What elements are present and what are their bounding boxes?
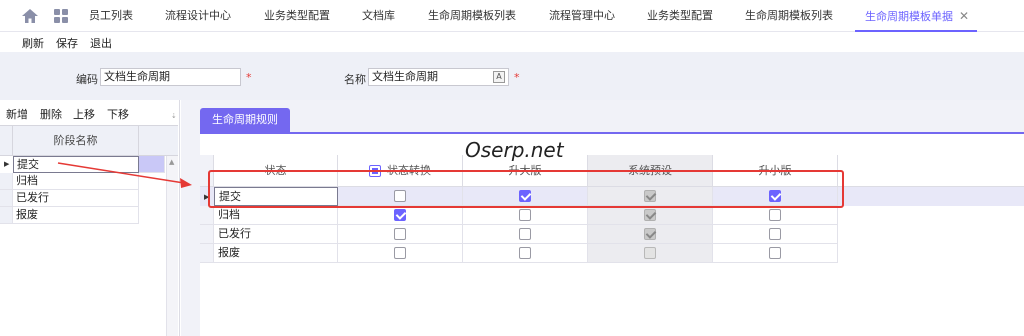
code-label: 编码: [76, 73, 98, 86]
stage-name-cell[interactable]: 归档: [13, 173, 139, 190]
transition-cell[interactable]: [338, 225, 463, 244]
tab-lifecycle-template-list[interactable]: 生命周期模板列表: [428, 0, 516, 32]
name-field[interactable]: 文档生命周期 A: [368, 68, 509, 86]
stage-grid-header: 阶段名称: [0, 125, 178, 156]
table-row[interactable]: 归档: [200, 206, 1024, 225]
system-preset-cell: [588, 244, 713, 263]
system-preset-cell: [588, 206, 713, 225]
pin-icon[interactable]: ⇣: [171, 112, 177, 120]
code-field[interactable]: 文档生命周期: [100, 68, 241, 86]
table-row[interactable]: ▶ 提交: [0, 156, 178, 173]
tab-document-library[interactable]: 文档库: [362, 0, 395, 32]
tab-business-type-config[interactable]: 业务类型配置: [264, 0, 330, 32]
transition-checkbox[interactable]: [394, 247, 406, 259]
table-row[interactable]: 已发行: [200, 225, 1024, 244]
major-version-cell[interactable]: [463, 244, 588, 263]
stage-name-cell[interactable]: 已发行: [13, 190, 139, 207]
minor-version-checkbox[interactable]: [769, 228, 781, 240]
name-value: 文档生命周期: [372, 70, 438, 83]
refresh-button[interactable]: 刷新: [22, 35, 44, 51]
transition-cell[interactable]: [338, 206, 463, 225]
name-label: 名称: [344, 73, 366, 86]
transition-cell[interactable]: [338, 244, 463, 263]
move-down-button[interactable]: 下移: [107, 106, 129, 122]
add-button[interactable]: 新增: [6, 106, 28, 122]
tab-process-design-center[interactable]: 流程设计中心: [165, 0, 231, 32]
system-preset-checkbox: [644, 209, 656, 221]
minor-version-checkbox[interactable]: [769, 247, 781, 259]
multilang-icon[interactable]: A: [493, 71, 505, 83]
transition-checkbox[interactable]: [394, 209, 406, 221]
table-row[interactable]: 归档: [0, 173, 178, 190]
vertical-scrollbar[interactable]: ▲: [166, 156, 178, 336]
apps-grid-icon[interactable]: [54, 9, 68, 23]
delete-button[interactable]: 删除: [40, 106, 62, 122]
tab-employee-list[interactable]: 员工列表: [89, 0, 133, 32]
save-button[interactable]: 保存: [56, 35, 78, 51]
home-icon[interactable]: [22, 9, 38, 23]
state-cell[interactable]: 已发行: [214, 225, 338, 244]
header-form: 编码 文档生命周期 * 名称 文档生命周期 A *: [0, 52, 1024, 100]
major-version-checkbox[interactable]: [519, 209, 531, 221]
watermark-text: Oserp.net: [465, 138, 564, 162]
tab-lifecycle-template-list-2[interactable]: 生命周期模板列表: [745, 0, 833, 32]
tab-lifecycle-rules[interactable]: 生命周期规则: [200, 108, 290, 132]
required-mark: *: [514, 71, 520, 84]
table-row[interactable]: 报废: [0, 207, 178, 224]
required-mark: *: [246, 71, 252, 84]
table-row[interactable]: 已发行: [0, 190, 178, 207]
stage-name-cell[interactable]: 提交: [13, 156, 139, 173]
tab-business-type-config-2[interactable]: 业务类型配置: [647, 0, 713, 32]
state-cell[interactable]: 报废: [214, 244, 338, 263]
tab-lifecycle-template-doc[interactable]: 生命周期模板单据 ✕: [855, 0, 978, 32]
major-version-checkbox[interactable]: [519, 228, 531, 240]
tab-bar: 员工列表 流程设计中心 业务类型配置 文档库 生命周期模板列表 流程管理中心 业…: [0, 0, 1024, 32]
scroll-up-icon[interactable]: ▲: [169, 158, 174, 166]
major-version-cell[interactable]: [463, 206, 588, 225]
system-preset-checkbox: [644, 228, 656, 240]
table-row[interactable]: 报废: [200, 244, 1024, 263]
toolbar: 刷新 保存 退出: [0, 32, 1024, 52]
stage-name-header[interactable]: 阶段名称: [13, 126, 139, 156]
tab-label: 生命周期模板单据: [865, 10, 953, 23]
minor-version-cell[interactable]: [713, 206, 838, 225]
stage-name-cell[interactable]: 报废: [13, 207, 139, 224]
minor-version-cell[interactable]: [713, 225, 838, 244]
minor-version-cell[interactable]: [713, 244, 838, 263]
transition-checkbox[interactable]: [394, 228, 406, 240]
major-version-checkbox[interactable]: [519, 247, 531, 259]
system-preset-checkbox: [644, 247, 656, 259]
minor-version-checkbox[interactable]: [769, 209, 781, 221]
system-preset-cell: [588, 225, 713, 244]
exit-button[interactable]: 退出: [90, 35, 112, 51]
major-version-cell[interactable]: [463, 225, 588, 244]
move-up-button[interactable]: 上移: [73, 106, 95, 122]
state-cell[interactable]: 归档: [214, 206, 338, 225]
tab-process-management-center[interactable]: 流程管理中心: [549, 0, 615, 32]
current-row-icon: ▶: [4, 160, 10, 168]
annotation-highlight-box: [208, 170, 844, 208]
close-icon[interactable]: ✕: [959, 9, 969, 23]
